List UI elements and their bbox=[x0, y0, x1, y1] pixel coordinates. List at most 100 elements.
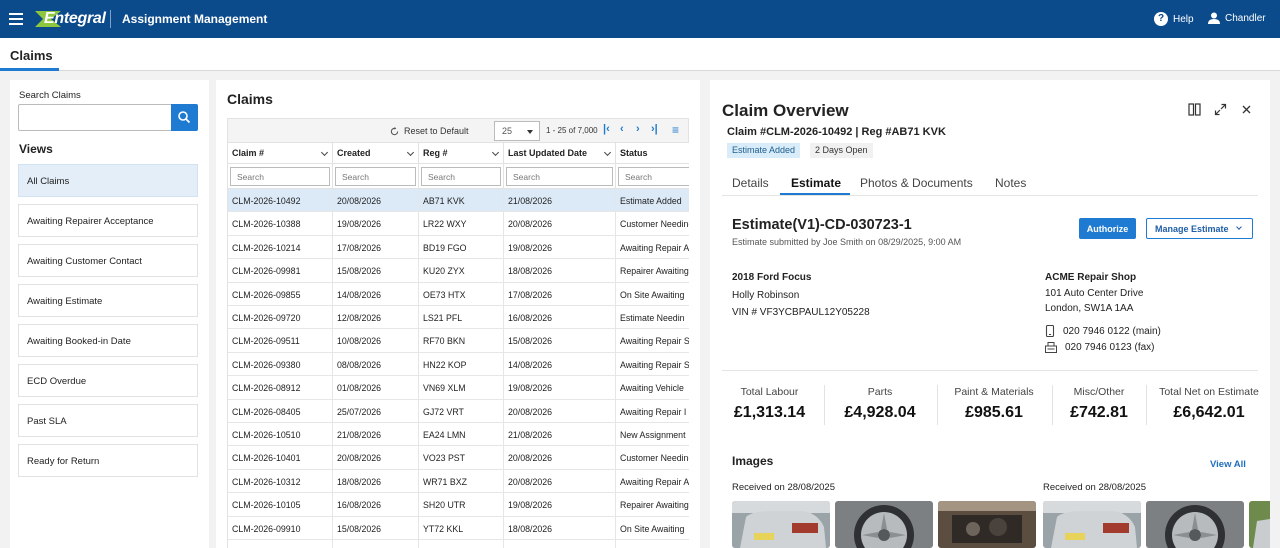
refresh-icon bbox=[390, 126, 399, 135]
table-row[interactable]: CLM-2026-09981 15/08/2026 KU20 ZYX 18/08/20… bbox=[228, 259, 689, 283]
authorize-button[interactable]: Authorize bbox=[1079, 218, 1136, 239]
pagination-range: 1 - 25 of 7,000 bbox=[546, 126, 598, 135]
view-past-sla[interactable]: Past SLA bbox=[18, 404, 198, 437]
menu-icon[interactable] bbox=[9, 13, 23, 25]
search-button[interactable] bbox=[171, 104, 198, 131]
table-row[interactable]: CLM-2026-09380 08/08/2026 HN22 KOP 14/08/20… bbox=[228, 352, 689, 377]
total-label: Parts bbox=[867, 386, 893, 398]
cell-created: 15/08/2026 bbox=[333, 516, 419, 540]
table-row[interactable]: CLM-2026-0960011/08/2026MT21 JOU17/08/20… bbox=[228, 540, 689, 548]
table-row[interactable]: CLM-2026-09855 14/08/2026 OE73 HTX 17/08/20… bbox=[228, 282, 689, 306]
cell-claim-number: CLM-2026-10492 bbox=[228, 189, 333, 213]
photo-thumbnail[interactable] bbox=[835, 501, 933, 548]
column-menu-icon[interactable]: ≡ bbox=[672, 123, 679, 137]
cell-claim-number: CLM-2026-09720 bbox=[228, 306, 333, 330]
table-row[interactable]: CLM-2026-09720 12/08/2026 LS21 PFL 16/08/20… bbox=[228, 306, 689, 330]
cell-reg: AB71 KVK bbox=[419, 189, 504, 213]
total-labour: Total Labour £1,313.14 bbox=[722, 386, 817, 422]
table-row[interactable]: CLM-2026-09910 15/08/2026 YT72 KKL 18/08/20… bbox=[228, 516, 689, 540]
days-open-badge: 2 Days Open bbox=[810, 143, 873, 158]
photo-thumbnail[interactable] bbox=[938, 501, 1036, 548]
cell-created: 18/08/2026 bbox=[333, 469, 419, 494]
column-header-created[interactable]: Created bbox=[333, 143, 419, 164]
cell-last-updated: 20/08/2026 bbox=[504, 212, 616, 236]
chevron-down-icon[interactable] bbox=[603, 148, 612, 157]
cell-created: 16/08/2026 bbox=[333, 493, 419, 517]
tab-details[interactable]: Details bbox=[732, 176, 769, 190]
expand-icon[interactable] bbox=[1214, 103, 1227, 116]
last-page-icon[interactable]: ›| bbox=[651, 123, 658, 135]
search-claims-input[interactable] bbox=[18, 104, 172, 131]
table-row[interactable]: CLM-2026-10105 16/08/2026 SH20 UTR 19/08/20… bbox=[228, 493, 689, 517]
table-row[interactable]: CLM-2026-08912 01/08/2026 VN69 XLM 19/08/20… bbox=[228, 376, 689, 400]
manage-estimate-button[interactable]: Manage Estimate bbox=[1146, 218, 1253, 239]
entegral-logo[interactable]: Entegral bbox=[33, 8, 106, 30]
photo-thumbnail[interactable] bbox=[1043, 501, 1141, 548]
table-row[interactable]: CLM-2026-10388 19/08/2026 LR22 WXY 20/08/20… bbox=[228, 212, 689, 236]
cell-reg: SH20 UTR bbox=[419, 493, 504, 517]
view-awaiting-booked-in-date[interactable]: Awaiting Booked-in Date bbox=[18, 324, 198, 357]
column-header-reg[interactable]: Reg # bbox=[419, 143, 504, 164]
tab-notes[interactable]: Notes bbox=[995, 176, 1026, 190]
tab-photos-documents[interactable]: Photos & Documents bbox=[860, 176, 973, 190]
table-row[interactable]: CLM-2026-10492 20/08/2026 AB71 KVK 21/08/20… bbox=[228, 189, 689, 213]
help-button[interactable]: ? Help bbox=[1154, 12, 1194, 26]
chevron-down-icon[interactable] bbox=[406, 148, 415, 157]
user-menu[interactable]: Chandler bbox=[1208, 12, 1266, 24]
chevron-down-icon[interactable] bbox=[491, 148, 500, 157]
cell-claim-number: CLM-2026-10312 bbox=[228, 469, 333, 494]
filter-cell: Search bbox=[504, 164, 616, 189]
column-header-claim-number[interactable]: Claim # bbox=[228, 143, 333, 164]
table-row[interactable]: CLM-2026-10312 18/08/2026 WR71 BXZ 20/08/20… bbox=[228, 469, 689, 494]
split-view-icon[interactable] bbox=[1188, 103, 1201, 116]
page-size-select[interactable]: 25 bbox=[494, 121, 540, 141]
next-page-icon[interactable]: › bbox=[636, 123, 640, 135]
close-icon[interactable] bbox=[1240, 103, 1253, 116]
cell-status: Estimate Needin bbox=[616, 540, 689, 548]
table-row[interactable]: CLM-2026-10401 20/08/2026 VO23 PST 20/08/20… bbox=[228, 446, 689, 470]
table-row[interactable]: CLM-2026-10510 21/08/2026 EA24 LMN 21/08/20… bbox=[228, 423, 689, 447]
cell-last-updated: 20/08/2026 bbox=[504, 446, 616, 470]
view-all-link[interactable]: View All bbox=[1210, 459, 1246, 470]
view-ecd-overdue[interactable]: ECD Overdue bbox=[18, 364, 198, 397]
cell-created: 17/08/2026 bbox=[333, 235, 419, 260]
column-header-status[interactable]: Status bbox=[616, 143, 689, 164]
user-name: Chandler bbox=[1225, 12, 1266, 24]
table-row[interactable]: CLM-2026-10214 17/08/2026 BD19 FGO 19/08/20… bbox=[228, 235, 689, 260]
cell-last-updated: 19/08/2026 bbox=[504, 493, 616, 517]
filter-reg-input[interactable]: Search bbox=[421, 167, 501, 186]
first-page-icon[interactable]: |‹ bbox=[603, 123, 610, 135]
tab-claims[interactable]: Claims bbox=[0, 38, 59, 71]
owner-name: Holly Robinson bbox=[732, 290, 800, 301]
reset-to-default-button[interactable]: Reset to Default bbox=[390, 126, 469, 136]
view-ready-for-return[interactable]: Ready for Return bbox=[18, 444, 198, 477]
table-row[interactable]: CLM-2026-09511 10/08/2026 RF70 BKN 15/08/20… bbox=[228, 329, 689, 353]
view-all-claims[interactable]: All Claims bbox=[18, 164, 198, 197]
chevron-down-icon[interactable] bbox=[320, 148, 329, 157]
claims-grid: Claim # Created Reg # Last Updated Date … bbox=[227, 143, 689, 548]
cell-claim-number: CLM-2026-09981 bbox=[228, 259, 333, 283]
view-awaiting-customer-contact[interactable]: Awaiting Customer Contact bbox=[18, 244, 198, 277]
cell-reg: HN22 KOP bbox=[419, 352, 504, 377]
view-awaiting-estimate[interactable]: Awaiting Estimate bbox=[18, 284, 198, 317]
column-header-last-updated[interactable]: Last Updated Date bbox=[504, 143, 616, 164]
filter-cell: Search bbox=[333, 164, 419, 189]
photo-thumbnail[interactable] bbox=[732, 501, 830, 548]
chevron-down-icon bbox=[527, 130, 533, 134]
fax-icon bbox=[1045, 342, 1057, 353]
filter-status-input[interactable]: Search bbox=[618, 167, 689, 186]
views-heading: Views bbox=[19, 142, 53, 156]
filter-last-updated-input[interactable]: Search bbox=[506, 167, 613, 186]
filter-claim-number-input[interactable]: Search bbox=[230, 167, 330, 186]
view-awaiting-repairer-acceptance[interactable]: Awaiting Repairer Acceptance bbox=[18, 204, 198, 237]
cell-status: Awaiting Repair S bbox=[616, 353, 689, 376]
cell-last-updated: 17/08/2026 bbox=[504, 540, 616, 548]
previous-page-icon[interactable]: ‹ bbox=[620, 123, 624, 135]
table-row[interactable]: CLM-2026-08405 25/07/2026 GJ72 VRT 20/08/20… bbox=[228, 399, 689, 423]
photo-thumbnail[interactable] bbox=[1146, 501, 1244, 548]
photo-thumbnail[interactable] bbox=[1249, 501, 1270, 548]
filter-created-input[interactable]: Search bbox=[335, 167, 416, 186]
cell-status: Awaiting Repair A bbox=[616, 236, 689, 259]
grid-toolbar: Reset to Default 25 1 - 25 of 7,000 |‹ ‹… bbox=[227, 118, 689, 143]
tab-estimate[interactable]: Estimate bbox=[791, 176, 841, 190]
